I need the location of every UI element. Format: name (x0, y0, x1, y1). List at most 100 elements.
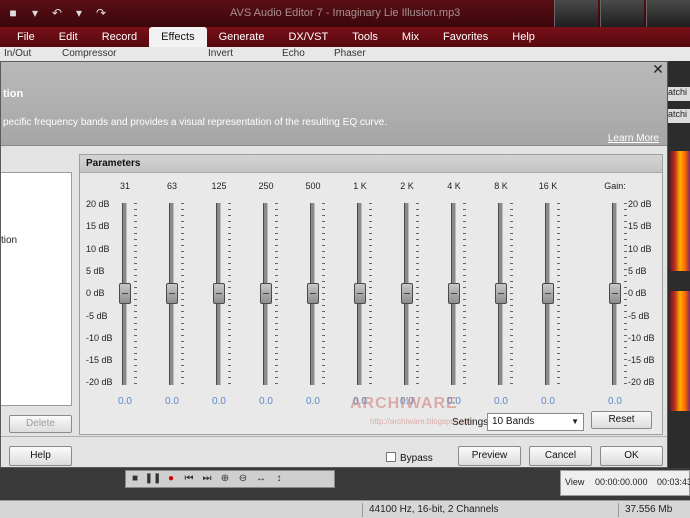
menu-item-favorites[interactable]: Favorites (431, 27, 500, 47)
zoom-out-icon[interactable]: ⊖ (234, 471, 252, 487)
cancel-button[interactable]: Cancel (529, 446, 592, 466)
band-31-label: 31 (119, 181, 130, 191)
band-16k-label: 16 K (538, 181, 558, 191)
dropdown-icon[interactable]: ▾ (70, 5, 88, 21)
thumbnail[interactable] (554, 0, 598, 27)
redo-icon[interactable]: ↷ (92, 5, 110, 21)
band-125-tick-marks (228, 203, 231, 385)
effect-list-item[interactable]: tion (1, 235, 17, 246)
band-250-value: 0.0 (259, 396, 273, 407)
help-button[interactable]: Help (9, 446, 72, 466)
menu-item-help[interactable]: Help (500, 27, 547, 47)
audio-format: 44100 Hz, 16-bit, 2 Channels (369, 504, 499, 515)
thumbnail[interactable] (646, 0, 690, 27)
gain-tick-marks (624, 203, 627, 385)
delete-button[interactable]: Delete (9, 415, 72, 433)
record-icon[interactable]: ● (162, 471, 180, 487)
band-1k-slider-thumb[interactable] (354, 283, 366, 304)
effect-list[interactable]: tion (1, 172, 72, 406)
band-8k-value: 0.0 (494, 396, 508, 407)
band-16k-slider-thumb[interactable] (542, 283, 554, 304)
settings-select[interactable]: 10 Bands ▼ (487, 413, 584, 431)
time-display: View 00:00:00.000 00:03:43 (560, 470, 690, 496)
band-4k-label: 4 K (447, 181, 461, 191)
thumbnail[interactable] (600, 0, 644, 27)
parameters-header: Parameters (80, 155, 662, 173)
band-2k-value: 0.0 (400, 396, 414, 407)
settings-label: Settings (452, 417, 489, 428)
band-63-value: 0.0 (165, 396, 179, 407)
band-4k-tick-marks (463, 203, 466, 385)
zoom-in-icon[interactable]: ⊕ (216, 471, 234, 487)
bypass-checkbox[interactable]: Bypass (386, 452, 433, 464)
ribbon-item-compressor[interactable]: Compressor (62, 48, 116, 59)
db-scale-label-left: 15 dB (86, 221, 110, 232)
skip-back-icon[interactable]: ⏮ (180, 471, 198, 487)
menu-item-record[interactable]: Record (90, 27, 149, 47)
db-scale-label-left: 10 dB (86, 243, 110, 254)
band-4k-slider-thumb[interactable] (448, 283, 460, 304)
checkbox-box[interactable] (386, 452, 396, 462)
ribbon-item-echo[interactable]: Echo (282, 48, 305, 59)
zoom-fit-icon[interactable]: ↔ (252, 471, 270, 487)
reset-button[interactable]: Reset (591, 411, 652, 429)
parameters-panel: Parameters ARCHIWARE http://archiware.bl… (79, 154, 663, 435)
band-250-slider-thumb[interactable] (260, 283, 272, 304)
zoom-selection-icon[interactable]: ↕ (270, 471, 288, 487)
ribbon-item-invert[interactable]: Invert (208, 48, 233, 59)
band-31-value: 0.0 (118, 396, 132, 407)
bypass-label: Bypass (400, 453, 433, 464)
chevron-down-icon: ▼ (571, 417, 579, 426)
menu-item-dx-vst[interactable]: DX/VST (276, 27, 340, 47)
ribbon-item-in-out[interactable]: In/Out (4, 48, 31, 59)
band-63-slider-thumb[interactable] (166, 283, 178, 304)
ok-button[interactable]: OK (600, 446, 663, 466)
right-tab[interactable]: atchi (668, 109, 690, 123)
save-icon[interactable]: ■ (4, 5, 22, 21)
stop-icon[interactable]: ■ (126, 471, 144, 487)
taskbar-thumbnails (554, 0, 690, 27)
pause-icon[interactable]: ❚❚ (144, 471, 162, 487)
parameters-title: Parameters (86, 158, 141, 169)
right-tab[interactable]: atchi (668, 87, 690, 101)
menu-item-edit[interactable]: Edit (47, 27, 90, 47)
band-31-slider-thumb[interactable] (119, 283, 131, 304)
db-scale-label-right: -15 dB (628, 355, 655, 366)
undo-icon[interactable]: ↶ (48, 5, 66, 21)
band-8k-slider-thumb[interactable] (495, 283, 507, 304)
close-icon[interactable]: ✕ (651, 62, 665, 76)
menu-item-mix[interactable]: Mix (390, 27, 431, 47)
band-16k-value: 0.0 (541, 396, 555, 407)
band-16k-tick-marks (557, 203, 560, 385)
band-2k-slider-thumb[interactable] (401, 283, 413, 304)
menu-item-tools[interactable]: Tools (340, 27, 390, 47)
band-1k-tick-marks (369, 203, 372, 385)
band-8k-label: 8 K (494, 181, 508, 191)
band-250-label: 250 (258, 181, 274, 191)
menu-bar: File Edit Record Effects Generate DX/VST Tools… (0, 27, 690, 47)
spectrogram (670, 291, 690, 411)
menu-item-effects[interactable]: Effects (149, 27, 207, 47)
preview-button[interactable]: Preview (458, 446, 521, 466)
band-125-slider-thumb[interactable] (213, 283, 225, 304)
band-250-tick-marks (275, 203, 278, 385)
dropdown-icon[interactable]: ▾ (26, 5, 44, 21)
band-125-label: 125 (211, 181, 227, 191)
band-4k-value: 0.0 (447, 396, 461, 407)
view-label: View (565, 477, 585, 487)
gain-value: 0.0 (608, 396, 622, 407)
learn-more-link[interactable]: Learn More (608, 133, 659, 144)
dialog-title: tion (3, 88, 24, 100)
band-63-label: 63 (166, 181, 177, 191)
db-scale-label-right: 5 dB (628, 265, 647, 276)
band-2k-label: 2 K (400, 181, 414, 191)
band-500-slider-thumb[interactable] (307, 283, 319, 304)
menu-item-generate[interactable]: Generate (207, 27, 277, 47)
gain-slider-thumb[interactable] (609, 283, 621, 304)
band-500-tick-marks (322, 203, 325, 385)
menu-item-file[interactable]: File (0, 27, 47, 47)
db-scale-label-left: 0 dB (86, 288, 105, 299)
status-separator (362, 503, 363, 517)
ribbon-item-phaser[interactable]: Phaser (334, 48, 366, 59)
skip-forward-icon[interactable]: ⏭ (198, 471, 216, 487)
